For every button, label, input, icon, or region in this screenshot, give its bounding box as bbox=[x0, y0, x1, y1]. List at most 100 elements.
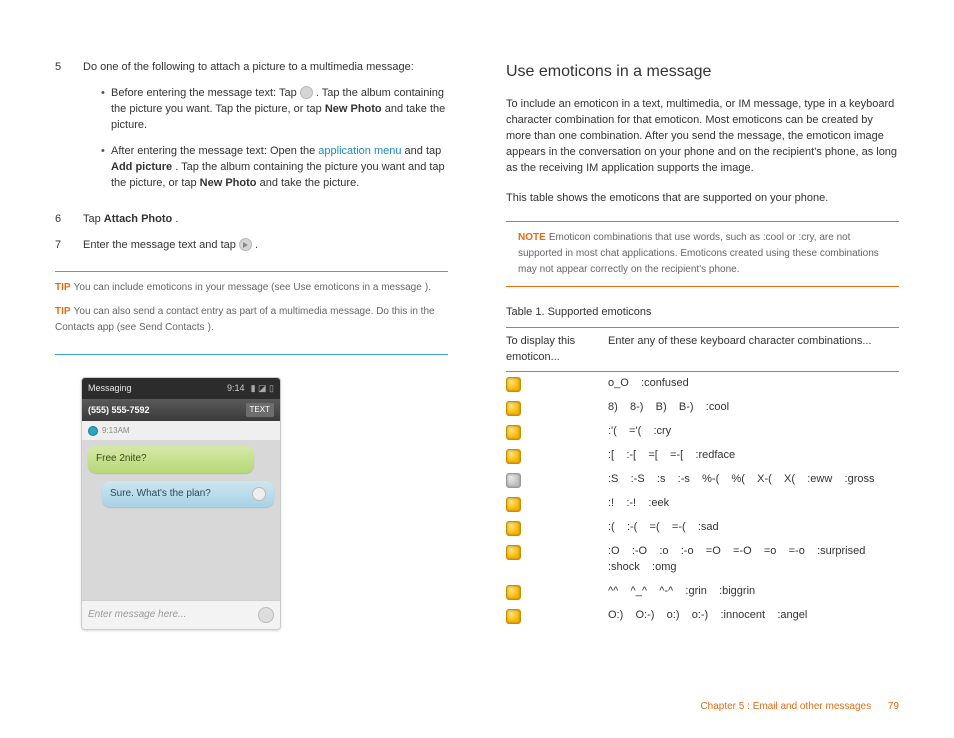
thread-time-text: 9:13AM bbox=[102, 425, 130, 437]
bold-text: New Photo bbox=[325, 103, 382, 115]
tip-text: ). bbox=[425, 282, 431, 293]
step-6: 6 Tap Attach Photo . bbox=[55, 212, 448, 228]
emoticon-icon bbox=[506, 377, 521, 392]
phone-screenshot: Messaging 9:14 ▮ ◪ ▯ (555) 555-7592 TEXT… bbox=[81, 377, 281, 630]
table-row: ^^ ^_^ ^-^ :grin :biggrin bbox=[506, 580, 899, 604]
bullet-icon: • bbox=[101, 86, 111, 134]
paragraph: This table shows the emoticons that are … bbox=[506, 191, 899, 207]
text: and take the picture. bbox=[260, 177, 360, 189]
page-footer: Chapter 5 : Email and other messages 79 bbox=[700, 700, 899, 715]
emoticon-combinations: ^^ ^_^ ^-^ :grin :biggrin bbox=[608, 584, 899, 600]
phone-thread-time: 9:13AM bbox=[82, 421, 280, 441]
table-caption: Table 1. Supported emoticons bbox=[506, 305, 899, 321]
signal-icons: ▮ ◪ ▯ bbox=[251, 382, 274, 395]
step-number: 7 bbox=[55, 238, 83, 254]
message-bubble-outgoing: Sure. What's the plan? bbox=[102, 481, 274, 508]
table-row: :'( ='( :cry bbox=[506, 420, 899, 444]
emoticon-combinations: :'( ='( :cry bbox=[608, 424, 899, 440]
step-5: 5 Do one of the following to attach a pi… bbox=[55, 60, 448, 202]
step-number: 5 bbox=[55, 60, 83, 202]
table-row: O:) O:-) o:) o:-) :innocent :angel bbox=[506, 604, 899, 628]
bullet-icon: • bbox=[101, 144, 111, 192]
divider bbox=[55, 354, 448, 355]
message-status-icon bbox=[252, 487, 266, 501]
phone-app-title: Messaging bbox=[88, 382, 227, 395]
table-header: To display this emoticon... Enter any of… bbox=[506, 327, 899, 373]
text: Before entering the message text: Tap bbox=[111, 87, 300, 99]
text: . bbox=[175, 213, 178, 225]
presence-dot-icon bbox=[88, 426, 98, 436]
step-5-sub-1: • Before entering the message text: Tap … bbox=[101, 86, 448, 134]
emoticon-combinations: 8) 8-) B) B-) :cool bbox=[608, 400, 899, 416]
table-header-cell: To display this emoticon... bbox=[506, 334, 608, 366]
table-row: :! :-! :eek bbox=[506, 492, 899, 516]
photo-icon bbox=[300, 86, 313, 99]
emoticon-combinations: :O :-O :o :-o =O =-O =o =-o :surprised :… bbox=[608, 544, 899, 576]
chapter-label: Chapter 5 : Email and other messages bbox=[700, 701, 871, 712]
table-row: 8) 8-) B) B-) :cool bbox=[506, 396, 899, 420]
note-label: NOTE bbox=[518, 232, 546, 243]
text: Enter the message text and tap bbox=[83, 239, 239, 251]
bold-text: New Photo bbox=[200, 177, 257, 189]
emoticon-icon bbox=[506, 449, 521, 464]
right-column: Use emoticons in a message To include an… bbox=[506, 60, 899, 630]
tip-text: You can also send a contact entry as par… bbox=[55, 306, 435, 333]
message-input-placeholder[interactable]: Enter message here... bbox=[88, 608, 258, 623]
bold-text: Attach Photo bbox=[104, 213, 172, 225]
emoticon-icon bbox=[506, 473, 521, 488]
emoticon-icon bbox=[506, 497, 521, 512]
tip-2: TIP You can also send a contact entry as… bbox=[55, 304, 448, 336]
tip-text: ). bbox=[208, 322, 214, 333]
phone-input-bar: Enter message here... bbox=[82, 600, 280, 629]
emoticon-icon bbox=[506, 609, 521, 624]
text-badge: TEXT bbox=[246, 403, 274, 417]
table-header-cell: Enter any of these keyboard character co… bbox=[608, 334, 899, 366]
attach-icon[interactable] bbox=[258, 607, 274, 623]
bold-text: Add picture bbox=[111, 161, 172, 173]
message-text: Sure. What's the plan? bbox=[110, 487, 211, 502]
tip-label: TIP bbox=[55, 282, 71, 293]
text: . bbox=[255, 239, 258, 251]
emoticon-combinations: :[ :-[ =[ =-[ :redface bbox=[608, 448, 899, 464]
text: and tap bbox=[405, 145, 442, 157]
text: After entering the message text: Open th… bbox=[111, 145, 318, 157]
message-bubble-incoming: Free 2nite? bbox=[88, 446, 254, 473]
note-text: Emoticon combinations that use words, su… bbox=[518, 232, 879, 275]
emoticon-icon bbox=[506, 545, 521, 560]
table-row: :( :-( =( =-( :sad bbox=[506, 516, 899, 540]
table-row: o_O :confused bbox=[506, 372, 899, 396]
emoticon-icon bbox=[506, 585, 521, 600]
phone-number: (555) 555-7592 bbox=[88, 404, 246, 417]
left-column: 5 Do one of the following to attach a pi… bbox=[55, 60, 448, 630]
tip-1: TIP You can include emoticons in your me… bbox=[55, 280, 448, 296]
emoticon-icon bbox=[506, 521, 521, 536]
table-body: o_O :confused 8) 8-) B) B-) :cool :'( ='( … bbox=[506, 372, 899, 628]
section-heading: Use emoticons in a message bbox=[506, 60, 899, 83]
note-box: NOTE Emoticon combinations that use word… bbox=[506, 221, 899, 287]
application-menu-link[interactable]: application menu bbox=[318, 145, 401, 157]
tip-link[interactable]: Send Contacts bbox=[139, 322, 205, 333]
table-row: :O :-O :o :-o =O =-O =o =-o :surprised :… bbox=[506, 540, 899, 580]
step-number: 6 bbox=[55, 212, 83, 228]
emoticon-icon bbox=[506, 425, 521, 440]
step-5-sub-2: • After entering the message text: Open … bbox=[101, 144, 448, 192]
emoticon-icon bbox=[506, 401, 521, 416]
page-number: 79 bbox=[888, 701, 899, 712]
emoticon-combinations: :! :-! :eek bbox=[608, 496, 899, 512]
send-icon bbox=[239, 238, 252, 251]
text: Tap bbox=[83, 213, 104, 225]
step-7: 7 Enter the message text and tap . bbox=[55, 238, 448, 254]
divider bbox=[55, 271, 448, 272]
phone-header-bar: (555) 555-7592 TEXT bbox=[82, 399, 280, 421]
tip-text: You can include emoticons in your messag… bbox=[74, 282, 294, 293]
paragraph: To include an emoticon in a text, multim… bbox=[506, 97, 899, 177]
table-row: :S :-S :s :-s %-( %( X-( X( :eww :gross bbox=[506, 468, 899, 492]
emoticon-combinations: o_O :confused bbox=[608, 376, 899, 392]
emoticon-combinations: O:) O:-) o:) o:-) :innocent :angel bbox=[608, 608, 899, 624]
tip-label: TIP bbox=[55, 306, 71, 317]
emoticon-combinations: :S :-S :s :-s %-( %( X-( X( :eww :gross bbox=[608, 472, 899, 488]
phone-clock: 9:14 bbox=[227, 382, 245, 395]
tip-link[interactable]: Use emoticons in a message bbox=[293, 282, 421, 293]
emoticon-combinations: :( :-( =( =-( :sad bbox=[608, 520, 899, 536]
phone-statusbar: Messaging 9:14 ▮ ◪ ▯ bbox=[82, 378, 280, 399]
